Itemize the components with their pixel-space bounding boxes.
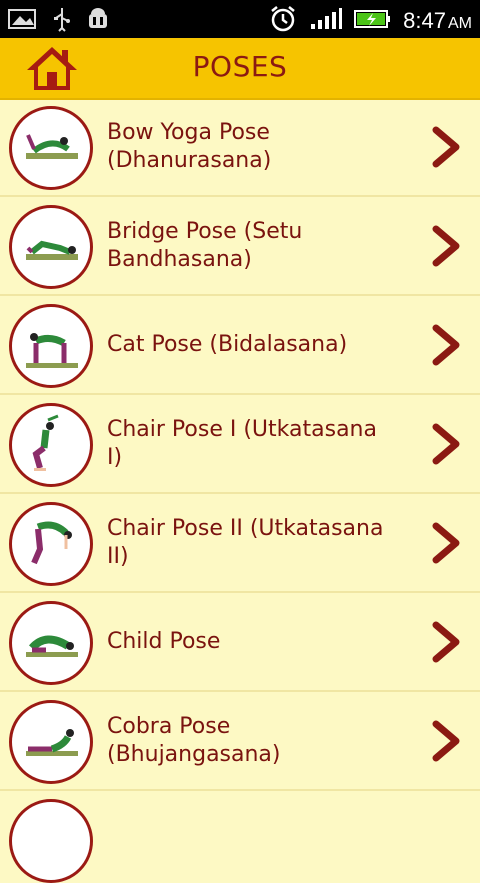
status-right-icons: 8:47 AM <box>269 5 472 37</box>
pose-thumbnail <box>9 700 93 784</box>
pose-thumbnail <box>9 106 93 190</box>
pose-label: Child Pose <box>107 628 221 654</box>
clock-ampm: AM <box>448 15 472 32</box>
pose-thumbnail <box>9 799 93 883</box>
chevron-right-icon <box>432 225 462 267</box>
pose-thumbnail <box>9 601 93 685</box>
pose-label: Chair Pose I (Utkatasana I) <box>107 416 377 470</box>
picture-icon <box>8 7 38 35</box>
chevron-right-icon <box>432 423 462 465</box>
list-item-chair-pose-1[interactable]: Chair Pose I (Utkatasana I) <box>0 395 480 494</box>
android-debug-icon <box>86 6 110 36</box>
list-item-partial[interactable] <box>0 791 480 883</box>
page-title: POSES <box>192 50 288 83</box>
pose-thumbnail <box>9 502 93 586</box>
clock: 8:47 AM <box>403 8 472 34</box>
poses-list: Bow Yoga Pose (Dhanurasana) Bridge Pose … <box>0 98 480 883</box>
pose-thumbnail <box>9 403 93 487</box>
list-item-chair-pose-2[interactable]: Chair Pose II (Utkatasana II) <box>0 494 480 593</box>
list-item-bridge-pose[interactable]: Bridge Pose (Setu Bandhasana) <box>0 197 480 296</box>
pose-label: Bow Yoga Pose (Dhanurasana) <box>107 119 272 173</box>
usb-icon <box>52 6 72 36</box>
list-item-cat-pose[interactable]: Cat Pose (Bidalasana) <box>0 296 480 395</box>
battery-charging-icon <box>353 7 393 35</box>
pose-thumbnail <box>9 205 93 289</box>
status-left-icons <box>8 6 110 36</box>
pose-thumbnail <box>9 304 93 388</box>
chevron-right-icon <box>432 324 462 366</box>
alarm-icon <box>269 5 297 37</box>
chevron-right-icon <box>432 126 462 168</box>
chevron-right-icon <box>432 720 462 762</box>
signal-icon <box>307 7 343 35</box>
app-header: POSES <box>0 38 480 100</box>
pose-label: Cobra Pose (Bhujangasana) <box>107 713 281 767</box>
chevron-right-icon <box>432 621 462 663</box>
chevron-right-icon <box>432 522 462 564</box>
status-bar: 8:47 AM <box>0 0 480 38</box>
pose-label: Chair Pose II (Utkatasana II) <box>107 515 384 569</box>
pose-label: Bridge Pose (Setu Bandhasana) <box>107 218 303 272</box>
clock-time: 8:47 <box>403 8 446 33</box>
list-item-child-pose[interactable]: Child Pose <box>0 593 480 692</box>
list-item-cobra-pose[interactable]: Cobra Pose (Bhujangasana) <box>0 692 480 791</box>
pose-label: Cat Pose (Bidalasana) <box>107 331 348 357</box>
list-item-bow-pose[interactable]: Bow Yoga Pose (Dhanurasana) <box>0 98 480 197</box>
